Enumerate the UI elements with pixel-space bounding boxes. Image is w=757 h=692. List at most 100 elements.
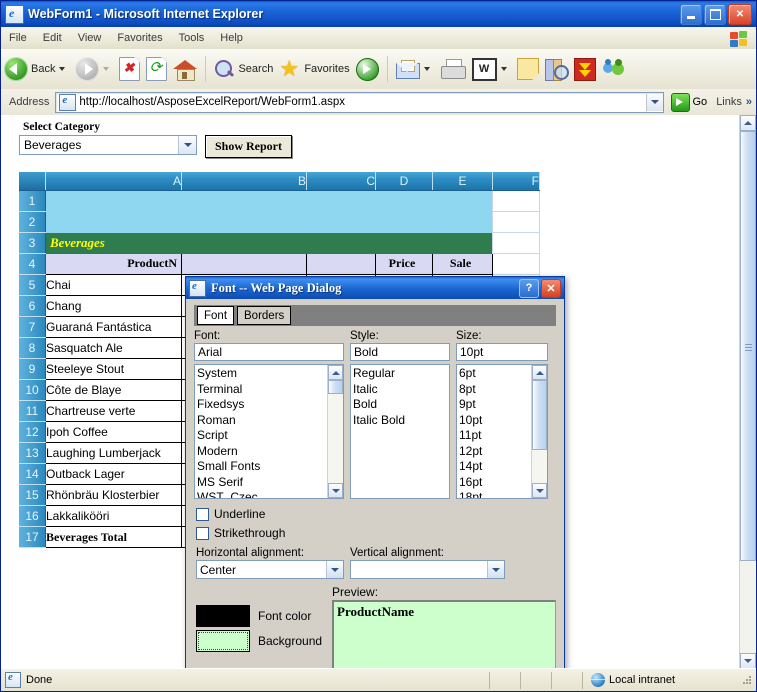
cell-a13-product[interactable]: Laughing Lumberjack <box>45 442 182 464</box>
list-item[interactable]: 9pt <box>459 397 531 413</box>
cell-a15-product[interactable]: Rhönbräu Klosterbier <box>45 484 182 506</box>
cell-a2[interactable] <box>45 211 182 233</box>
toolbar-overflow-icon[interactable]: » <box>746 96 756 108</box>
row-header-3[interactable]: 3 <box>19 232 46 254</box>
cell-a7-product[interactable]: Guaraná Fantástica <box>45 316 182 338</box>
messenger-button[interactable] <box>599 52 629 86</box>
list-item[interactable]: Fixedsys <box>197 397 327 413</box>
row-header-11[interactable]: 11 <box>19 400 46 422</box>
cell-a16-product[interactable]: Lakkalikööri <box>45 505 182 527</box>
background-color-row[interactable]: Background <box>196 630 322 652</box>
grid-corner[interactable] <box>19 172 46 191</box>
vertical-alignment-select[interactable] <box>350 560 505 579</box>
cell-e1[interactable] <box>432 190 493 212</box>
research-button[interactable] <box>542 52 571 86</box>
font-list-scroll-up-icon[interactable] <box>328 365 343 380</box>
font-list-scroll-down-icon[interactable] <box>328 483 343 498</box>
cell-a11-product[interactable]: Chartreuse verte <box>45 400 182 422</box>
menu-view[interactable]: View <box>70 30 110 46</box>
cell-a3-category-title[interactable]: Beverages <box>45 232 182 254</box>
cell-d3[interactable] <box>375 232 433 254</box>
list-item[interactable]: System <box>197 366 327 382</box>
menu-help[interactable]: Help <box>212 30 251 46</box>
horizontal-alignment-select[interactable]: Center <box>196 560 344 579</box>
notes-button[interactable] <box>514 52 542 86</box>
home-button[interactable] <box>170 52 200 86</box>
horizontal-alignment-chevron-down-icon[interactable] <box>326 561 343 578</box>
row-header-2[interactable]: 2 <box>19 211 46 233</box>
font-input[interactable]: Arial <box>194 343 344 361</box>
list-item[interactable]: Italic <box>353 382 449 398</box>
cell-b2[interactable] <box>181 211 307 233</box>
size-list-scroll-down-icon[interactable] <box>532 483 547 498</box>
font-listbox[interactable]: System Terminal Fixedsys Roman Script Mo… <box>194 364 344 499</box>
strikethrough-checkbox[interactable]: Strikethrough <box>196 526 556 540</box>
column-header-e[interactable]: E <box>432 172 493 191</box>
page-scrollbar[interactable] <box>739 115 756 669</box>
cell-c4[interactable] <box>306 253 376 275</box>
minimize-button[interactable] <box>680 3 702 25</box>
scrollbar-track[interactable] <box>740 131 756 653</box>
column-header-c[interactable]: C <box>306 172 376 191</box>
cell-d2[interactable] <box>375 211 433 233</box>
tab-font[interactable]: Font <box>197 306 235 325</box>
menu-tools[interactable]: Tools <box>171 30 213 46</box>
cell-a9-product[interactable]: Steeleye Stout <box>45 358 182 380</box>
list-item[interactable]: 11pt <box>459 428 531 444</box>
list-item[interactable]: Terminal <box>197 382 327 398</box>
size-listbox[interactable]: 6pt 8pt 9pt 10pt 11pt 12pt 14pt 16pt 18p… <box>456 364 548 499</box>
links-button[interactable]: Links <box>712 96 746 108</box>
row-header-1[interactable]: 1 <box>19 190 46 212</box>
cell-a5-product[interactable]: Chai <box>45 274 182 296</box>
row-header-8[interactable]: 8 <box>19 337 46 359</box>
category-chevron-down-icon[interactable] <box>178 136 196 154</box>
cell-e4-sale-header[interactable]: Sale <box>432 253 493 275</box>
background-color-swatch[interactable] <box>196 630 250 652</box>
style-input[interactable]: Bold <box>350 343 450 361</box>
maximize-button[interactable] <box>704 3 726 25</box>
download-button[interactable] <box>571 52 599 86</box>
list-item[interactable]: Modern <box>197 444 327 460</box>
favorites-button[interactable]: ★ Favorites <box>276 52 352 86</box>
list-item[interactable]: 18pt <box>459 490 531 498</box>
cell-a14-product[interactable]: Outback Lager <box>45 463 182 485</box>
address-input[interactable]: http://localhost/AsposeExcelReport/WebFo… <box>55 91 664 113</box>
cell-e3[interactable] <box>432 232 493 254</box>
size-list-scroll-up-icon[interactable] <box>532 365 547 380</box>
size-input[interactable]: 10pt <box>456 343 548 361</box>
cell-c3[interactable] <box>306 232 376 254</box>
font-list-scroll-thumb[interactable] <box>328 380 343 394</box>
dialog-close-button[interactable]: ✕ <box>541 278 561 298</box>
row-header-17[interactable]: 17 <box>19 526 46 548</box>
cell-a8-product[interactable]: Sasquatch Ale <box>45 337 182 359</box>
font-list-scrollbar[interactable] <box>327 365 343 498</box>
stop-button[interactable]: ✖ <box>116 52 143 86</box>
underline-checkbox-box[interactable] <box>196 507 209 521</box>
cell-a10-product[interactable]: Côte de Blaye <box>45 379 182 401</box>
list-item[interactable]: 8pt <box>459 382 531 398</box>
list-item[interactable]: MS Serif <box>197 475 327 491</box>
style-listbox[interactable]: Regular Italic Bold Italic Bold <box>350 364 450 499</box>
column-header-a[interactable]: A <box>45 172 182 191</box>
back-history-chevron-down-icon[interactable] <box>59 67 66 71</box>
font-list-scroll-track[interactable] <box>328 380 343 483</box>
cell-b4[interactable] <box>181 253 307 275</box>
back-button[interactable]: Back <box>1 52 72 86</box>
cell-e2[interactable] <box>432 211 493 233</box>
print-button[interactable] <box>437 52 469 86</box>
cell-a4-productname-header[interactable]: ProductN <box>45 253 182 275</box>
list-item[interactable]: 16pt <box>459 475 531 491</box>
cell-d4-price-header[interactable]: Price <box>375 253 433 275</box>
size-list-scroll-track[interactable] <box>532 380 547 483</box>
list-item[interactable]: 6pt <box>459 366 531 382</box>
cell-f2[interactable] <box>492 211 540 233</box>
list-item[interactable]: Regular <box>353 366 449 382</box>
vertical-alignment-chevron-down-icon[interactable] <box>487 561 504 578</box>
scroll-down-button[interactable] <box>740 653 756 669</box>
list-item[interactable]: Italic Bold <box>353 413 449 429</box>
font-color-swatch[interactable] <box>196 605 250 627</box>
underline-checkbox[interactable]: Underline <box>196 507 556 521</box>
row-header-15[interactable]: 15 <box>19 484 46 506</box>
go-button[interactable]: Go <box>668 92 713 112</box>
row-header-5[interactable]: 5 <box>19 274 46 296</box>
